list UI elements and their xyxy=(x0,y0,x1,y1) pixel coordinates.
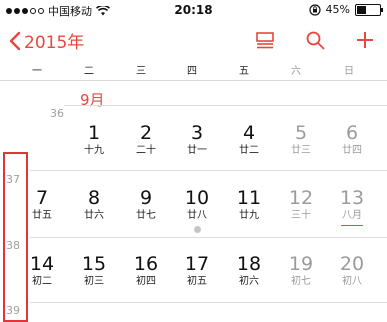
lunar-date: 廿四 xyxy=(342,145,362,156)
day-cell[interactable]: 19 初七 xyxy=(284,253,318,288)
lunar-date: 初五 xyxy=(187,276,207,287)
battery-icon xyxy=(355,3,383,16)
lunar-date: 廿二 xyxy=(239,145,259,156)
day-cell[interactable]: 7 廿五 xyxy=(25,187,59,222)
day-number: 17 xyxy=(184,253,210,275)
month-label: 9月 xyxy=(80,91,105,109)
day-cell[interactable]: 5 廿三 xyxy=(284,122,318,157)
day-cell[interactable]: 14 初二 xyxy=(25,253,59,288)
day-cell[interactable]: 9 廿七 xyxy=(129,187,163,222)
day-number: 19 xyxy=(288,253,314,275)
lunar-date: 廿五 xyxy=(32,210,52,221)
day-number: 3 xyxy=(190,122,204,144)
lunar-date: 廿一 xyxy=(187,145,207,156)
day-number: 2 xyxy=(139,122,153,144)
day-number: 11 xyxy=(236,187,262,209)
back-button[interactable]: 2015年 xyxy=(8,28,84,53)
lunar-date: 廿三 xyxy=(291,145,311,156)
event-indicator-dot xyxy=(194,226,201,233)
day-number: 20 xyxy=(339,253,365,275)
nav-bar: 2015年 xyxy=(0,20,387,60)
lunar-date: 初八 xyxy=(342,276,362,287)
back-button-label: 2015年 xyxy=(24,33,85,53)
day-cell[interactable]: 6 廿四 xyxy=(335,122,369,157)
nav-actions xyxy=(255,30,375,50)
day-cell[interactable]: 13 八月 xyxy=(335,187,369,226)
lunar-date: 廿九 xyxy=(239,210,259,221)
day-cell[interactable]: 8 廿六 xyxy=(77,187,111,222)
weekday-thu: 四 xyxy=(187,66,197,77)
week-number-highlight-box xyxy=(3,152,28,322)
day-cell[interactable]: 17 初五 xyxy=(180,253,214,288)
weekday-header: 一 二 三 四 五 六 日 xyxy=(0,58,387,81)
day-number: 16 xyxy=(133,253,159,275)
day-cell[interactable]: 20 初八 xyxy=(335,253,369,288)
orientation-lock-icon xyxy=(308,3,321,16)
row-divider xyxy=(30,170,387,171)
day-number: 5 xyxy=(294,122,308,144)
day-number: 12 xyxy=(288,187,314,209)
weekday-tue: 二 xyxy=(84,66,94,77)
weekday-wed: 三 xyxy=(136,66,146,77)
day-cell[interactable]: 18 初六 xyxy=(232,253,266,288)
day-number: 9 xyxy=(139,187,153,209)
lunar-date: 八月 xyxy=(342,210,362,221)
lunar-date: 初六 xyxy=(239,276,259,287)
lunar-date: 三十 xyxy=(291,210,311,221)
day-number: 10 xyxy=(184,187,210,209)
lunar-date: 十九 xyxy=(84,145,104,156)
lunar-date: 廿六 xyxy=(84,210,104,221)
row-divider xyxy=(64,105,387,106)
row-divider xyxy=(30,302,387,303)
lunar-date: 初三 xyxy=(84,276,104,287)
week-number: 36 xyxy=(50,107,64,120)
weekday-sun: 日 xyxy=(344,66,354,77)
day-cell[interactable]: 4 廿二 xyxy=(232,122,266,157)
lunar-date: 廿七 xyxy=(136,210,156,221)
day-cell[interactable]: 12 三十 xyxy=(284,187,318,222)
add-icon[interactable] xyxy=(355,30,375,50)
day-cell[interactable]: 15 初三 xyxy=(77,253,111,288)
day-cell[interactable]: 2 二十 xyxy=(129,122,163,157)
lunar-date: 初四 xyxy=(136,276,156,287)
day-number: 15 xyxy=(81,253,107,275)
list-view-icon[interactable] xyxy=(255,30,275,50)
lunar-date: 初七 xyxy=(291,276,311,287)
search-icon[interactable] xyxy=(305,30,325,50)
day-number: 14 xyxy=(29,253,55,275)
lunar-month-start-underline xyxy=(341,225,363,226)
day-number: 7 xyxy=(35,187,49,209)
day-cell[interactable]: 10 廿八 xyxy=(180,187,214,222)
weekday-mon: 一 xyxy=(32,66,42,77)
day-cell[interactable]: 11 廿九 xyxy=(232,187,266,222)
day-number: 18 xyxy=(236,253,262,275)
day-number: 13 xyxy=(339,187,365,209)
battery-percent: 45% xyxy=(325,3,350,16)
row-divider xyxy=(30,237,387,238)
chevron-left-icon xyxy=(9,31,21,50)
battery-fill xyxy=(357,5,366,14)
weekday-fri: 五 xyxy=(239,66,249,77)
lunar-date: 廿八 xyxy=(187,210,207,221)
status-right: 45% xyxy=(308,3,383,16)
day-number: 4 xyxy=(242,122,256,144)
weekday-sat: 六 xyxy=(291,66,301,77)
day-cell[interactable]: 1 十九 xyxy=(77,122,111,157)
day-number: 8 xyxy=(87,187,101,209)
lunar-date: 二十 xyxy=(136,145,156,156)
day-cell[interactable]: 16 初四 xyxy=(129,253,163,288)
day-number: 1 xyxy=(87,122,101,144)
status-bar: 中国移动 20:18 45% xyxy=(0,0,387,20)
day-cell[interactable]: 3 廿一 xyxy=(180,122,214,157)
day-number: 6 xyxy=(345,122,359,144)
lunar-date: 初二 xyxy=(32,276,52,287)
